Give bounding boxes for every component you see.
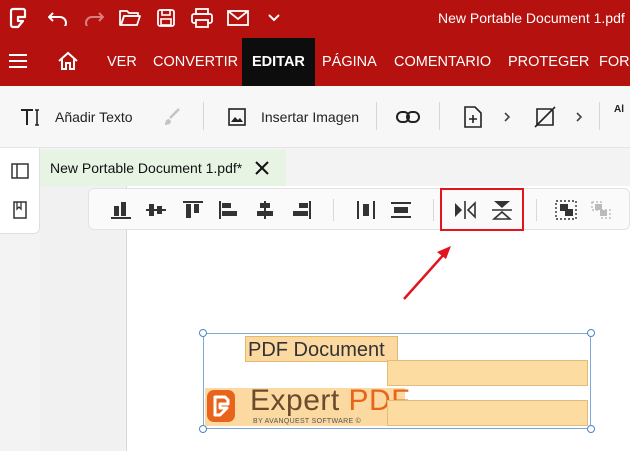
selection-handle[interactable] xyxy=(587,425,595,433)
tab-form[interactable]: FORM xyxy=(599,38,630,86)
left-rail xyxy=(0,148,40,234)
form-field-2[interactable] xyxy=(387,400,588,426)
align-toolbar xyxy=(88,188,630,230)
add-page-icon xyxy=(464,106,482,128)
pdf-document-text-box[interactable]: PDF Document xyxy=(245,336,398,362)
align-toolbar-divider xyxy=(333,199,334,221)
group-icon[interactable] xyxy=(554,198,578,222)
crop-page-button[interactable] xyxy=(534,102,556,132)
crop-page-icon xyxy=(534,106,556,128)
document-tab-label: New Portable Document 1.pdf* xyxy=(50,160,243,176)
home-icon[interactable] xyxy=(57,51,79,73)
toolbar-divider xyxy=(376,102,377,130)
align-center-icon[interactable] xyxy=(253,198,277,222)
tab-convertir[interactable]: CONVERTIR xyxy=(153,38,238,86)
distribute-horizontal-icon[interactable] xyxy=(354,198,378,222)
chevron-down-icon[interactable] xyxy=(262,6,286,30)
link-button[interactable] xyxy=(396,102,420,132)
add-text-label: Añadir Texto xyxy=(55,109,133,125)
tab-comentario[interactable]: COMENTARIO xyxy=(394,38,491,86)
selection-handle[interactable] xyxy=(199,329,207,337)
close-icon[interactable] xyxy=(252,158,272,178)
align-toolbar-divider xyxy=(433,199,434,221)
insert-image-label: Insertar Imagen xyxy=(261,109,360,125)
ribbon-tabs: VER CONVERTIR EDITAR PÁGINA COMENTARIO P… xyxy=(0,38,630,86)
open-folder-icon[interactable] xyxy=(118,6,142,30)
redo-icon[interactable] xyxy=(82,6,106,30)
text-cursor-icon xyxy=(21,109,39,126)
panel-toggle-icon[interactable] xyxy=(8,159,32,183)
window-title: New Portable Document 1.pdf xyxy=(438,10,625,26)
form-field-1[interactable] xyxy=(387,360,588,386)
app-logo-icon[interactable] xyxy=(6,6,30,30)
expert-pdf-logo-icon xyxy=(207,390,235,422)
toolbar-divider xyxy=(439,102,440,130)
align-middle-icon[interactable] xyxy=(144,198,168,222)
image-icon xyxy=(228,108,246,126)
tab-proteger[interactable]: PROTEGER xyxy=(508,38,589,86)
align-bottom-icon[interactable] xyxy=(109,198,133,222)
link-icon xyxy=(396,111,420,123)
add-text-button[interactable]: Añadir Texto xyxy=(20,102,133,132)
align-right-icon[interactable] xyxy=(289,198,313,222)
logo-tagline: BY AVANQUEST SOFTWARE © xyxy=(253,418,362,425)
align-toolbar-divider xyxy=(536,199,537,221)
add-page-button[interactable] xyxy=(464,102,482,132)
highlight-box xyxy=(440,188,524,231)
undo-icon[interactable] xyxy=(46,6,70,30)
print-icon[interactable] xyxy=(190,6,214,30)
tab-pagina[interactable]: PÁGINA xyxy=(322,38,377,86)
align-top-icon[interactable] xyxy=(181,198,205,222)
toolbar-divider xyxy=(203,102,204,130)
more-tools-label: Al xyxy=(614,104,624,115)
email-icon[interactable] xyxy=(226,6,250,30)
edit-toolbar: Añadir Texto Insertar Imagen Al xyxy=(0,86,630,148)
logo-word: Expert xyxy=(250,384,349,417)
add-page-menu-chevron-icon[interactable] xyxy=(503,102,511,132)
ungroup-icon[interactable] xyxy=(589,198,613,222)
more-tools-button[interactable]: Al xyxy=(614,104,624,134)
crop-menu-chevron-icon[interactable] xyxy=(575,102,583,132)
title-bar: New Portable Document 1.pdf xyxy=(0,0,630,38)
hamburger-menu-icon[interactable] xyxy=(8,52,30,72)
selection-handle[interactable] xyxy=(199,425,207,433)
bookmark-icon[interactable] xyxy=(8,198,32,222)
document-tab[interactable]: New Portable Document 1.pdf* xyxy=(40,150,286,186)
save-icon[interactable] xyxy=(154,6,178,30)
tab-ver[interactable]: VER xyxy=(107,38,137,86)
brush-icon[interactable] xyxy=(162,102,182,132)
tab-editar[interactable]: EDITAR xyxy=(242,38,315,86)
distribute-vertical-icon[interactable] xyxy=(389,198,413,222)
selection-handle[interactable] xyxy=(587,329,595,337)
insert-image-button[interactable]: Insertar Imagen xyxy=(228,102,359,132)
toolbar-divider xyxy=(599,102,600,130)
align-left-icon[interactable] xyxy=(217,198,241,222)
